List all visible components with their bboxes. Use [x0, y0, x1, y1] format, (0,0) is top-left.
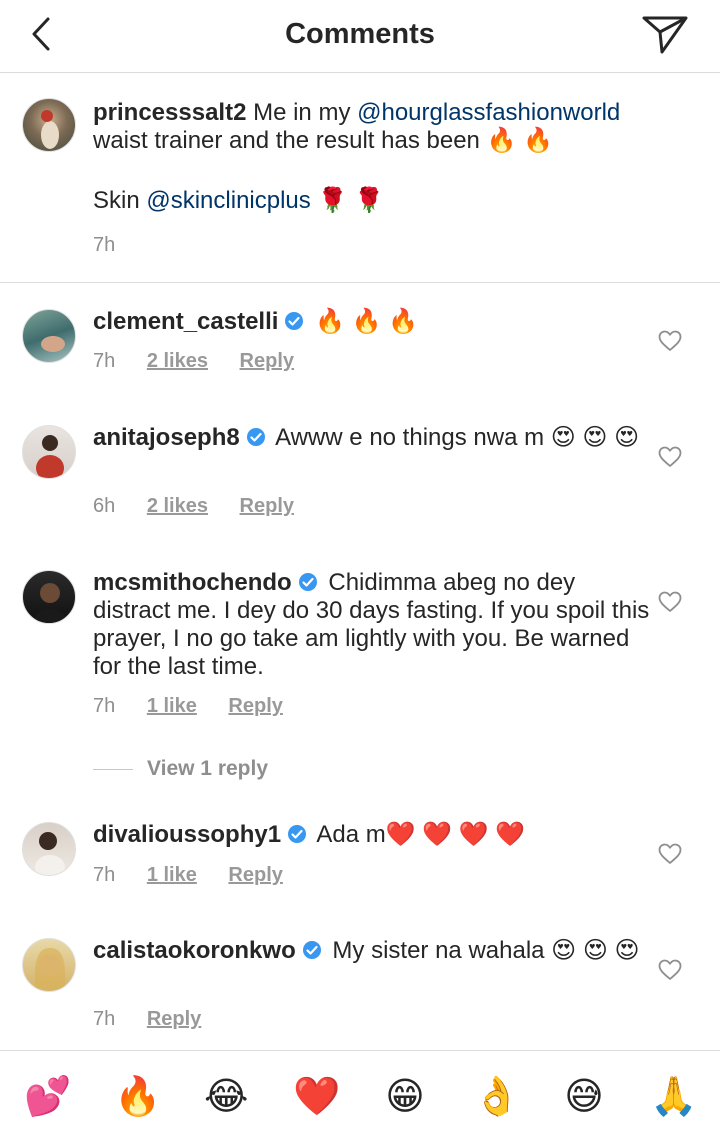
- reply-button[interactable]: Reply: [147, 1008, 201, 1030]
- mention-link[interactable]: @skinclinicplus: [146, 187, 310, 214]
- comment-body: Awww e no things nwa m 😍 😍 😍: [275, 424, 640, 451]
- emoji-grin-button[interactable]: 😁: [383, 1075, 427, 1119]
- comment-username[interactable]: anitajoseph8: [93, 424, 240, 451]
- comment-username[interactable]: divalioussophy1: [93, 821, 281, 848]
- comment-text: mcsmithochendo Chidimma abeg no dey dist…: [93, 569, 650, 681]
- caption-meta: 7h: [93, 234, 141, 257]
- top-bar: Comments: [0, 0, 720, 73]
- likes-link[interactable]: 2 likes: [147, 350, 208, 372]
- caption-text-part: Skin: [93, 187, 147, 214]
- comment-text: calistaokoronkwo My sister na wahala 😍 😍…: [93, 937, 650, 965]
- view-replies-button[interactable]: View 1 reply: [93, 757, 268, 781]
- comment-body: My sister na wahala 😍 😍 😍: [332, 937, 640, 964]
- comment-meta: 6h 2 likes Reply: [93, 495, 320, 518]
- like-heart-icon[interactable]: [658, 959, 682, 981]
- reply-divider: [93, 768, 133, 770]
- emoji-sweat-smile-button[interactable]: 😅: [562, 1075, 606, 1119]
- caption-username[interactable]: princesssalt2: [93, 99, 246, 126]
- comment-meta: 7h 2 likes Reply: [93, 350, 320, 373]
- likes-link[interactable]: 2 likes: [147, 495, 208, 517]
- like-heart-icon[interactable]: [658, 591, 682, 613]
- avatar[interactable]: [22, 98, 76, 152]
- comment-body: Ada m❤️ ❤️ ❤️ ❤️: [316, 821, 526, 848]
- avatar[interactable]: [22, 938, 76, 992]
- comment-username[interactable]: mcsmithochendo: [93, 569, 292, 596]
- comment-username[interactable]: calistaokoronkwo: [93, 937, 296, 964]
- verified-badge-icon: [246, 428, 265, 446]
- profile-photo-icon: [41, 110, 59, 149]
- profile-photo-icon: [36, 435, 64, 478]
- reply-button[interactable]: Reply: [228, 864, 282, 886]
- emoji-heart-button[interactable]: ❤️: [293, 1075, 340, 1119]
- emoji-ok-hand-button[interactable]: 👌: [473, 1075, 520, 1119]
- comment-text: divalioussophy1 Ada m❤️ ❤️ ❤️ ❤️: [93, 821, 650, 849]
- caption-text: princesssalt2 Me in my @hourglassfashion…: [93, 99, 650, 215]
- verified-badge-icon: [302, 941, 321, 959]
- avatar[interactable]: [22, 822, 76, 876]
- post-caption: princesssalt2 Me in my @hourglassfashion…: [0, 72, 720, 283]
- profile-photo-icon: [41, 336, 65, 352]
- avatar[interactable]: [22, 570, 76, 624]
- direct-send-icon[interactable]: [640, 12, 690, 56]
- avatar[interactable]: [22, 425, 76, 479]
- comment-username[interactable]: clement_castelli: [93, 308, 278, 335]
- timestamp: 7h: [93, 695, 116, 717]
- emoji-reaction-bar: 💕 🔥 😂 ❤️ 😁 👌 😅 🙏: [0, 1050, 720, 1142]
- like-heart-icon[interactable]: [658, 843, 682, 865]
- like-heart-icon[interactable]: [658, 330, 682, 352]
- verified-badge-icon: [288, 825, 307, 843]
- verified-badge-icon: [298, 573, 317, 591]
- profile-photo-icon: [35, 832, 65, 875]
- profile-photo-icon: [35, 947, 65, 989]
- verified-badge-icon: [285, 312, 304, 330]
- reply-button[interactable]: Reply: [228, 695, 282, 717]
- timestamp: 7h: [93, 1008, 116, 1030]
- timestamp: 6h: [93, 495, 116, 517]
- comment-text: anitajoseph8 Awww e no things nwa m 😍 😍 …: [93, 424, 650, 452]
- comment-text: clement_castelli 🔥 🔥 🔥: [93, 308, 650, 336]
- emoji-pray-button[interactable]: 🙏: [650, 1075, 697, 1119]
- likes-link[interactable]: 1 like: [147, 695, 197, 717]
- caption-text-part: Me in my: [253, 99, 358, 126]
- likes-link[interactable]: 1 like: [147, 864, 197, 886]
- comment-meta: 7h 1 like Reply: [93, 864, 309, 887]
- profile-photo-icon: [34, 583, 66, 623]
- timestamp: 7h: [93, 864, 116, 886]
- caption-text-part: 🌹 🌹: [310, 187, 384, 214]
- emoji-two-hearts-button[interactable]: 💕: [24, 1075, 71, 1119]
- timestamp: 7h: [93, 350, 116, 372]
- reply-button[interactable]: Reply: [240, 350, 294, 372]
- view-replies-label: View 1 reply: [147, 757, 269, 780]
- like-heart-icon[interactable]: [658, 446, 682, 468]
- reply-button[interactable]: Reply: [240, 495, 294, 517]
- avatar[interactable]: [22, 309, 76, 363]
- caption-text-part: waist trainer and the result has been 🔥 …: [93, 127, 553, 154]
- comment-meta: 7h 1 like Reply: [93, 695, 309, 718]
- emoji-joy-button[interactable]: 😂: [204, 1075, 248, 1119]
- comment-body: 🔥 🔥 🔥: [315, 308, 419, 335]
- page-title: Comments: [285, 18, 435, 50]
- mention-link[interactable]: @hourglassfashionworld: [357, 99, 620, 126]
- emoji-fire-button[interactable]: 🔥: [114, 1075, 161, 1119]
- comment-meta: 7h Reply: [93, 1008, 227, 1031]
- timestamp: 7h: [93, 234, 116, 256]
